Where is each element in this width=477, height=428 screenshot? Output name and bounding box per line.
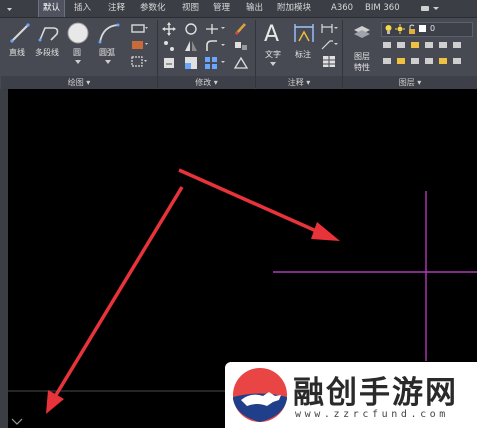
tab-output[interactable]: 输出 bbox=[246, 0, 263, 17]
ribbon-panel: 直线 多段线 圆 圆弧 绘图 ▾ 修改 ▾ A 文字 标注 注释 ▾ 图层 特性… bbox=[0, 18, 477, 89]
svg-text:A: A bbox=[264, 22, 279, 44]
explode-tool-icon[interactable] bbox=[233, 39, 249, 53]
text-tool-label[interactable]: 文字 bbox=[265, 49, 281, 60]
drawing-left-edge bbox=[0, 89, 8, 428]
tab-view[interactable]: 视图 bbox=[182, 0, 199, 17]
dimension-tool-icon[interactable] bbox=[292, 21, 316, 45]
arc-tool-label[interactable]: 圆弧 bbox=[99, 47, 115, 58]
panel-toggle-icon[interactable] bbox=[418, 3, 444, 14]
circle-dropdown-icon[interactable] bbox=[74, 59, 82, 65]
watermark-url: www.zzrcfund.com bbox=[295, 409, 449, 420]
offset-tool-icon[interactable] bbox=[233, 56, 249, 70]
current-layer-name: 0 bbox=[430, 24, 436, 33]
ucs-icon bbox=[11, 418, 23, 425]
linear-dim-icon[interactable] bbox=[320, 22, 338, 35]
circle-tool-label[interactable]: 圆 bbox=[73, 47, 81, 58]
circle-tool-icon[interactable] bbox=[66, 21, 90, 45]
mirror-tool-icon[interactable] bbox=[184, 39, 198, 53]
lightbulb-icon bbox=[385, 25, 392, 34]
tab-bim360[interactable]: BIM 360 bbox=[365, 0, 400, 17]
watermark-banner: 融创手游网 www.zzrcfund.com bbox=[225, 362, 477, 428]
trim-tool-icon[interactable] bbox=[204, 22, 226, 36]
tab-parametric[interactable]: 参数化 bbox=[140, 0, 166, 17]
tab-manage[interactable]: 管理 bbox=[213, 0, 230, 17]
arc-tool-icon[interactable] bbox=[97, 22, 121, 44]
watermark-title: 融创手游网 bbox=[293, 375, 458, 411]
copy-tool-icon[interactable] bbox=[162, 39, 176, 53]
polyline-tool-icon[interactable] bbox=[37, 22, 61, 44]
ribbon-tab-bar: 默认 插入 注释 参数化 视图 管理 输出 附加模块 A360 BIM 360 bbox=[0, 0, 477, 18]
tab-addins[interactable]: 附加模块 bbox=[277, 0, 311, 17]
stretch-tool-icon[interactable] bbox=[162, 56, 176, 70]
unlock-icon bbox=[409, 24, 415, 34]
annotation-group-title[interactable]: 注释 ▾ bbox=[256, 76, 342, 89]
hatch-tool-icon[interactable] bbox=[130, 39, 148, 51]
layer-properties-label-1[interactable]: 图层 bbox=[354, 51, 370, 62]
fillet-tool-icon[interactable] bbox=[204, 39, 226, 53]
arrow-to-ucs bbox=[46, 186, 184, 414]
leader-tool-icon[interactable] bbox=[320, 38, 338, 51]
app-menu-icon[interactable] bbox=[4, 3, 30, 14]
line-tool-icon[interactable] bbox=[9, 22, 31, 44]
layer-color-swatch bbox=[419, 25, 426, 32]
array-tool-icon[interactable] bbox=[204, 56, 226, 70]
rectangle-tool-icon[interactable] bbox=[130, 23, 148, 35]
arc-dropdown-icon[interactable] bbox=[104, 59, 112, 65]
polyline-tool-label[interactable]: 多段线 bbox=[35, 47, 59, 58]
tab-default[interactable]: 默认 bbox=[38, 0, 66, 17]
layer-tools-row1-icon[interactable] bbox=[381, 39, 471, 52]
line-tool-label[interactable]: 直线 bbox=[9, 47, 25, 58]
draw-group-title[interactable]: 绘图 ▾ bbox=[1, 76, 157, 89]
layer-properties-label-2[interactable]: 特性 bbox=[354, 62, 370, 73]
modify-group-title[interactable]: 修改 ▾ bbox=[158, 76, 255, 89]
rotate-tool-icon[interactable] bbox=[184, 22, 198, 36]
boundary-tool-icon[interactable] bbox=[130, 55, 148, 69]
erase-tool-icon[interactable] bbox=[233, 21, 249, 37]
text-dropdown-icon[interactable] bbox=[269, 61, 277, 67]
dimension-tool-label[interactable]: 标注 bbox=[295, 49, 311, 60]
tab-annotate[interactable]: 注释 bbox=[108, 0, 125, 17]
layers-group-title[interactable]: 图层 ▾ bbox=[343, 76, 477, 89]
sun-icon bbox=[395, 24, 405, 34]
tab-insert[interactable]: 插入 bbox=[74, 0, 91, 17]
layer-dropdown[interactable]: 0 bbox=[381, 22, 473, 37]
layer-tools-row2-icon[interactable] bbox=[381, 55, 471, 68]
tab-a360[interactable]: A360 bbox=[331, 0, 353, 17]
arrow-to-crosshair bbox=[178, 168, 340, 241]
watermark-logo-icon bbox=[233, 368, 287, 422]
scale-tool-icon[interactable] bbox=[184, 56, 198, 70]
layer-properties-icon[interactable] bbox=[352, 22, 372, 42]
table-tool-icon[interactable] bbox=[322, 55, 336, 68]
move-tool-icon[interactable] bbox=[162, 22, 176, 36]
text-tool-icon[interactable]: A bbox=[262, 20, 284, 44]
